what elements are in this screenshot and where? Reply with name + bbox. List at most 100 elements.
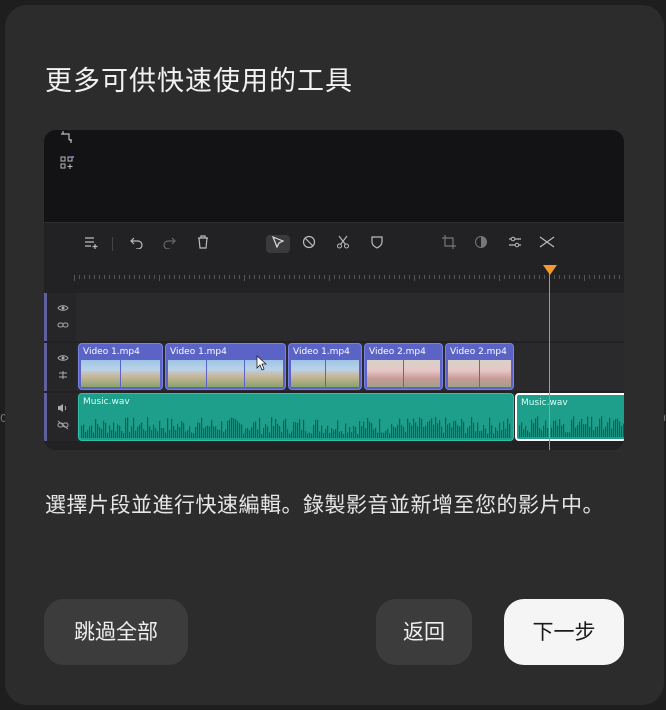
ruler-tick — [289, 275, 290, 279]
audio-link-icon[interactable] — [57, 370, 69, 380]
ruler-tick — [254, 275, 255, 279]
clip-label: Music.wav — [521, 398, 568, 408]
playhead[interactable] — [549, 267, 550, 450]
ruler-tick — [604, 275, 605, 279]
speaker-icon[interactable] — [57, 403, 69, 413]
dialog-description: 選擇片段並進行快速編輯。錄製影音並新增至您的影片中。 — [45, 493, 604, 517]
ruler-tick — [164, 275, 165, 279]
ruler-tick — [334, 275, 335, 279]
ruler-tick — [509, 275, 510, 279]
shield-icon[interactable] — [368, 235, 386, 253]
ruler-tick — [219, 275, 220, 279]
redo-icon[interactable] — [160, 235, 178, 253]
ruler-tick — [129, 275, 130, 279]
ruler-tick — [424, 275, 425, 279]
transition-icon[interactable] — [538, 235, 556, 253]
ruler-tick — [419, 275, 420, 279]
ruler-tick — [444, 275, 445, 279]
ruler-tick — [214, 275, 215, 279]
ruler-tick — [439, 275, 440, 279]
blade-icon[interactable] — [300, 235, 318, 253]
ruler-tick — [459, 275, 460, 279]
ruler-tick — [599, 275, 600, 279]
audio-clip[interactable]: Music.wav — [78, 393, 514, 441]
ruler-tick — [359, 275, 360, 279]
apps-add-icon — [60, 155, 75, 170]
link-off-icon[interactable] — [57, 420, 69, 430]
ruler-tick — [144, 275, 145, 279]
playhead-handle[interactable] — [543, 265, 557, 275]
ruler-tick — [399, 275, 400, 279]
ruler-tick — [619, 275, 620, 279]
ruler-tick — [494, 275, 495, 279]
ruler-tick — [199, 275, 200, 279]
ruler-tick — [499, 275, 500, 281]
clip-label: Video 1.mp4 — [83, 347, 140, 357]
ruler-tick — [489, 275, 490, 279]
ruler-tick — [519, 275, 520, 279]
ruler-tick — [514, 275, 515, 279]
video-clip[interactable]: Video 2.mp4 — [445, 343, 514, 390]
add-track-icon[interactable] — [82, 235, 100, 253]
ruler-tick — [329, 275, 330, 281]
scissors-icon[interactable] — [334, 235, 352, 253]
video-clip[interactable]: Video 1.mp4 — [78, 343, 163, 390]
ruler-tick — [109, 275, 110, 279]
ruler-tick — [384, 275, 385, 279]
ruler-tick — [374, 275, 375, 279]
track-header-audio — [44, 393, 76, 441]
ruler-tick — [94, 275, 95, 279]
ruler-tick — [309, 275, 310, 279]
undo-icon[interactable] — [128, 235, 146, 253]
clip-label: Video 2.mp4 — [450, 347, 507, 357]
ruler-tick — [204, 275, 205, 279]
ruler-tick — [119, 275, 120, 279]
waveform — [519, 416, 624, 437]
ruler-tick — [409, 275, 410, 279]
ruler-tick — [609, 275, 610, 279]
video-clip[interactable]: Video 1.mp4 — [288, 343, 362, 390]
link-icon[interactable] — [57, 320, 69, 330]
ruler-tick — [139, 275, 140, 279]
select-pointer-icon[interactable] — [266, 235, 290, 253]
track-header-overlay — [44, 293, 76, 341]
ruler-tick — [584, 275, 585, 281]
color-icon[interactable] — [472, 235, 490, 253]
clip-label: Music.wav — [83, 397, 130, 407]
ruler-tick — [579, 275, 580, 279]
ruler-tick — [159, 275, 160, 281]
ruler-tick — [554, 275, 555, 279]
clip-label: Video 2.mp4 — [369, 347, 426, 357]
audio-clip-selected[interactable]: Music.wav — [515, 393, 624, 441]
skip-all-button[interactable]: 跳過全部 — [44, 599, 188, 665]
ruler-tick — [569, 275, 570, 279]
waveform — [81, 417, 511, 438]
ruler-tick — [529, 275, 530, 279]
ruler-tick — [84, 275, 85, 279]
ruler-tick — [314, 275, 315, 279]
ruler-tick — [89, 275, 90, 279]
mouse-cursor-icon — [256, 355, 268, 371]
ruler-tick — [209, 275, 210, 279]
ruler-tick — [394, 275, 395, 279]
ruler-tick — [534, 275, 535, 279]
adjust-icon[interactable] — [506, 235, 524, 253]
ruler-tick — [74, 275, 75, 281]
eye-icon[interactable] — [57, 303, 69, 313]
video-clip[interactable]: Video 2.mp4 — [364, 343, 443, 390]
back-button[interactable]: 返回 — [376, 599, 472, 665]
eye-icon[interactable] — [57, 353, 69, 363]
next-button[interactable]: 下一步 — [504, 599, 624, 665]
ruler-tick — [134, 275, 135, 279]
timeline-ruler[interactable] — [74, 267, 624, 281]
ruler-tick — [344, 275, 345, 279]
ruler-tick — [229, 275, 230, 279]
ruler-tick — [269, 275, 270, 279]
ruler-tick — [149, 275, 150, 279]
ruler-tick — [234, 275, 235, 279]
delete-icon[interactable] — [194, 235, 212, 253]
crop-icon[interactable] — [440, 235, 458, 253]
feature-preview: Video 1.mp4 Video 1.mp4 Video 1.mp4 Vide… — [44, 130, 624, 450]
ruler-tick — [99, 275, 100, 279]
ruler-tick — [169, 275, 170, 279]
